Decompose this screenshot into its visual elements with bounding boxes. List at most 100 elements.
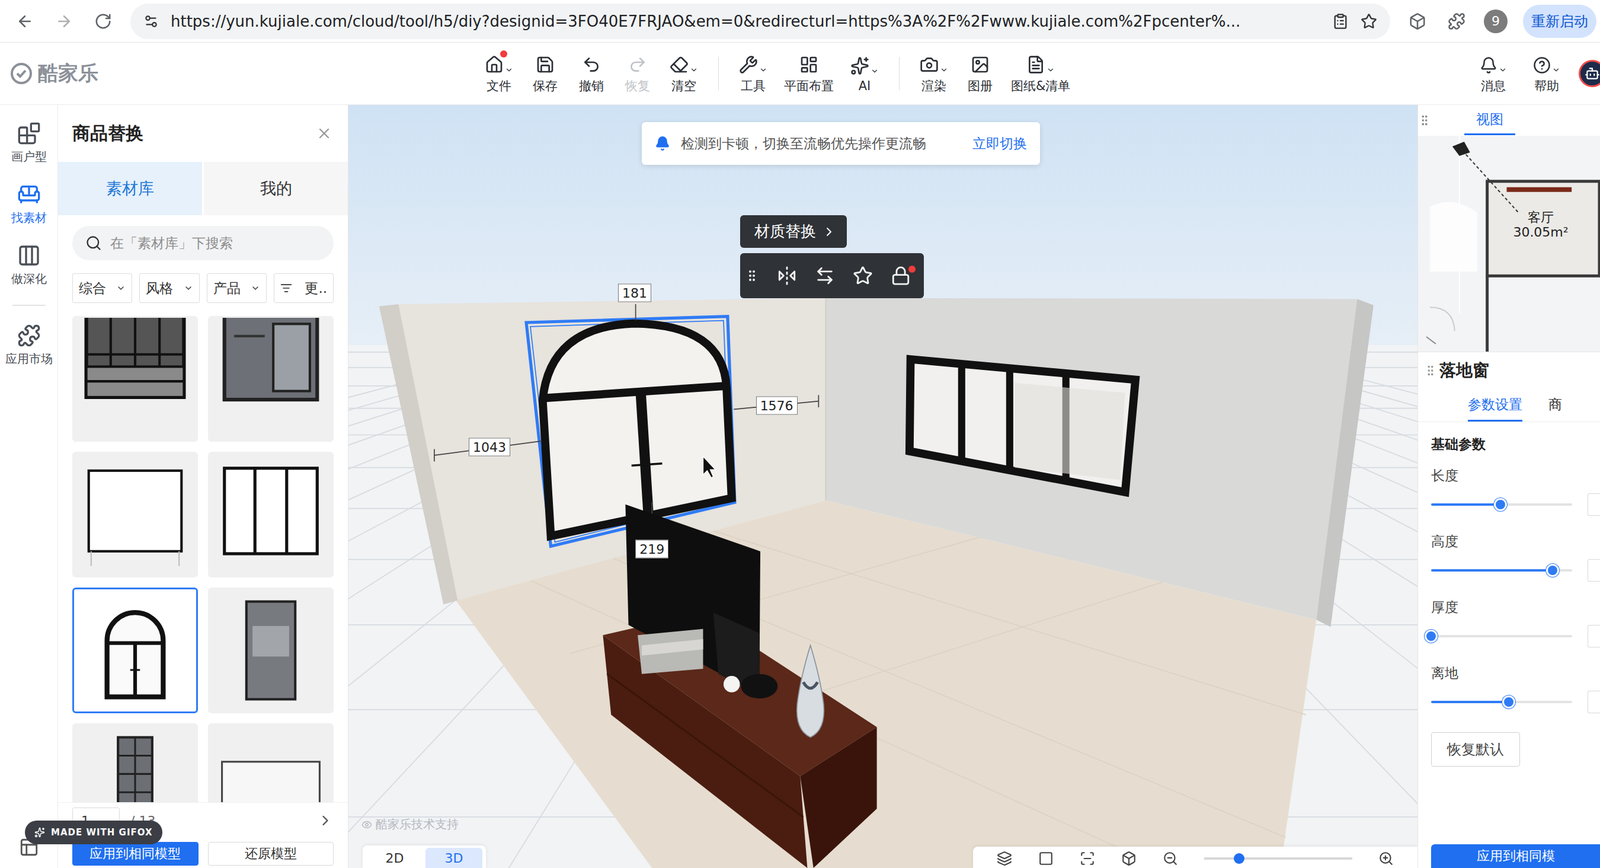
panel-tab[interactable]: 我的 [203,161,348,216]
forward-button[interactable] [52,9,76,34]
product-card[interactable] [208,451,334,578]
toolbar-button[interactable]: AI [843,51,886,96]
slider-thumb[interactable] [1493,497,1507,511]
workspace: 画户型找素材做深化应用市场商品替换素材库我的在「素材库」下搜索综合风格产品更..… [0,104,1600,868]
product-card[interactable] [72,587,198,713]
minimap-tab[interactable]: 视图 [1464,105,1516,136]
triple-pane-thumbnail [209,453,332,576]
property-tab[interactable]: 参数设置 [1467,395,1523,422]
value-input[interactable] [1587,690,1600,713]
product-card[interactable] [72,722,198,802]
material-popup[interactable]: 材质替换 [740,215,847,248]
address-bar[interactable]: https://yun.kujiale.com/cloud/tool/h5/di… [130,3,1391,40]
toolbar-button[interactable]: 工具 [731,50,775,97]
drag-handle[interactable] [744,268,760,283]
notification-dot [908,265,916,273]
close-icon [315,125,333,142]
toolbar-button[interactable]: 恢复 [616,50,659,97]
value-input[interactable] [1587,493,1600,516]
property-tab[interactable]: 商 [1548,395,1563,422]
lock-button[interactable] [890,265,911,286]
design-canvas[interactable]: 检测到卡顿，切换至流畅优先操作更流畅立即切换材质替换 181 1576 1043 219… [348,104,1418,868]
filter-dropdown[interactable]: 产品 [206,273,267,303]
mirror-button[interactable] [776,265,798,286]
3d-scene[interactable] [348,104,1418,868]
next-page-button[interactable] [317,811,334,829]
view-mode-button[interactable]: 2D [366,847,424,868]
product-card[interactable] [208,722,334,802]
header-button[interactable]: 帮助 [1525,50,1568,97]
help-icon [1533,56,1551,75]
toolbar-button[interactable]: 清空 [662,50,706,97]
panel-button[interactable]: 还原模型 [208,841,335,866]
apply-button[interactable]: 应用到相同模 [1431,843,1600,868]
header-button[interactable]: 消息 [1472,50,1515,97]
slider[interactable] [1431,634,1573,638]
restart-button[interactable]: 重新启动 [1522,4,1597,38]
rail-item[interactable]: 做深化 [0,240,59,291]
panel-button[interactable]: 应用到相同模型 [72,841,199,866]
product-card[interactable] [208,587,334,713]
reset-button[interactable]: 恢复默认 [1431,731,1520,767]
back-button[interactable] [13,9,37,34]
slider-thumb[interactable] [1502,695,1516,709]
replace-panel: 商品替换素材库我的在「素材库」下搜索综合风格产品更..1/ 13应用到相同模型还… [58,104,349,868]
zoom-out-icon [1162,850,1179,866]
minimap-view[interactable]: 客厅30.05m² [1418,135,1600,352]
switch-link[interactable]: 立即切换 [972,134,1027,153]
slider[interactable] [1431,700,1573,703]
extension-button[interactable] [1405,9,1430,34]
caret-down-icon [250,283,261,293]
dimension-label[interactable]: 181 [618,283,652,303]
rail-item[interactable]: 应用市场 [0,320,59,371]
slider-thumb[interactable] [1424,629,1438,643]
toolbar-button[interactable]: 撤销 [570,50,613,97]
caret-down-icon [759,65,768,75]
dimension-label[interactable]: 219 [635,539,669,559]
rail-item[interactable]: 画户型 [0,117,59,169]
dimension-label[interactable]: 1043 [468,437,511,457]
view-mode-button[interactable]: 3D [425,847,483,868]
bell-icon [654,135,671,152]
grip-icon [1418,113,1432,127]
filter-dropdown[interactable]: 更.. [273,273,334,303]
profile-avatar[interactable]: 9 [1483,9,1508,34]
panel-tab[interactable]: 素材库 [58,161,204,216]
rail-item[interactable]: 找素材 [0,178,59,230]
zoom-in-icon [1378,850,1394,866]
lag-notice: 检测到卡顿，切换至流畅优先操作更流畅立即切换 [641,122,1040,165]
toolbar-button[interactable]: 保存 [523,50,567,97]
filter-dropdown[interactable]: 综合 [72,273,133,303]
logo[interactable]: 酷家乐 [9,59,99,88]
filter-dropdown[interactable]: 风格 [139,273,200,303]
slider[interactable] [1431,503,1573,506]
replace-button[interactable] [814,265,835,286]
favorite-button[interactable] [852,265,873,286]
value-input[interactable] [1587,624,1600,648]
slider[interactable] [1431,568,1573,572]
site-settings-icon [143,13,159,30]
toolbar-button[interactable]: 图册 [958,50,1002,97]
slider-thumb[interactable] [1546,563,1560,577]
toolbar-button[interactable]: 文件 [477,50,521,97]
product-card[interactable] [72,315,198,442]
swap-icon [814,265,835,286]
puzzle-icon [17,323,41,348]
zoom-slider[interactable] [1204,856,1353,860]
toolbar-button[interactable]: 图纸&清单 [1005,50,1077,97]
toolbar-button[interactable]: 平面布置 [778,50,840,97]
extensions-button[interactable] [1444,9,1469,34]
toolbar-button[interactable]: 渲染 [912,50,956,97]
product-card[interactable] [72,451,198,578]
close-button[interactable] [315,125,333,142]
user-avatar[interactable] [1578,59,1600,88]
rail-divider [12,304,46,306]
caret-down-icon [504,65,514,75]
dimension-label[interactable]: 1576 [756,395,798,415]
property-panel: 视图客厅30.05m²落地窗参数设置商基础参数长度高度厚度离地恢复默认应用到相同… [1417,104,1600,868]
search-field[interactable]: 在「素材库」下搜索 [72,225,334,261]
value-input[interactable] [1587,558,1600,582]
eraser-icon [669,55,689,75]
product-card[interactable] [208,315,334,442]
reload-button[interactable] [91,9,115,34]
